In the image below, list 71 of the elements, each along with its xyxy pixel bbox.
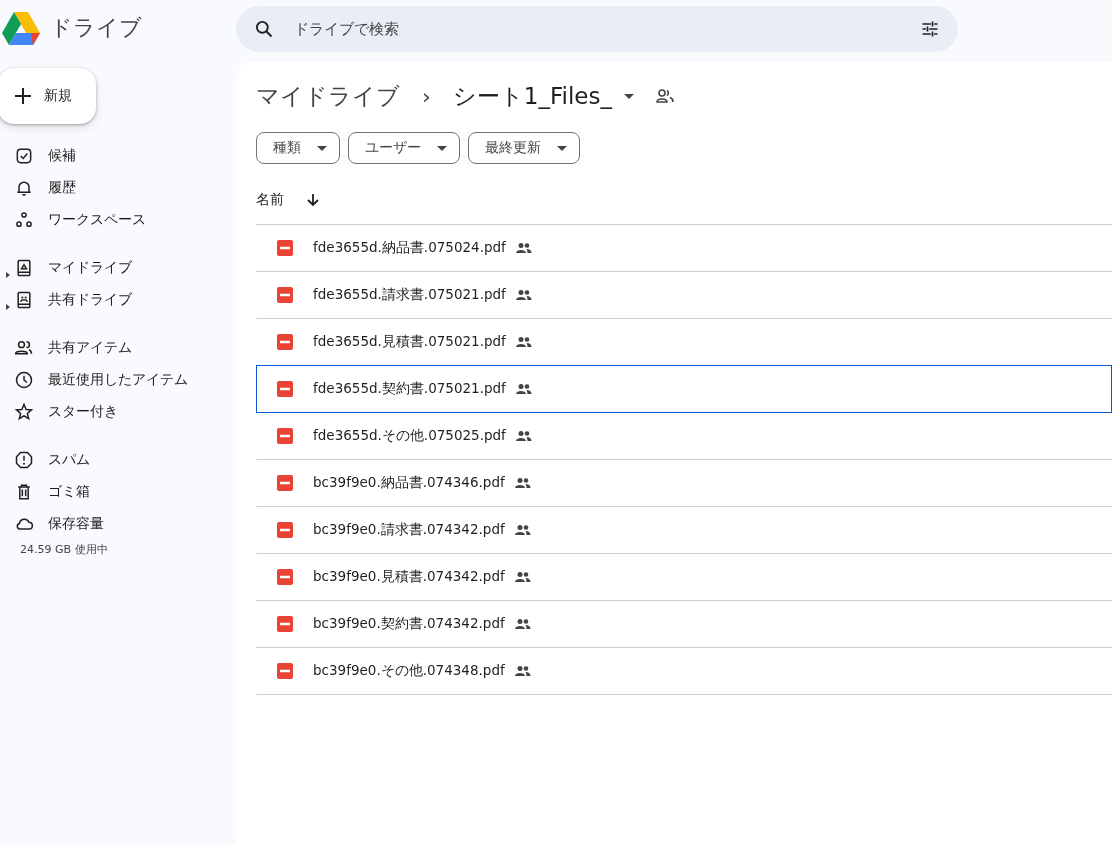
sidebar-item[interactable]: 共有ドライブ xyxy=(2,284,236,316)
file-icon xyxy=(277,475,293,491)
file-name: bc39f9e0.請求書.074342.pdf xyxy=(313,521,505,539)
file-icon xyxy=(277,381,293,397)
file-name: bc39f9e0.契約書.074342.pdf xyxy=(313,615,505,633)
alert-icon xyxy=(14,450,34,470)
sidebar-item[interactable]: 履歴 xyxy=(2,172,236,204)
sidebar-item[interactable]: 最近使用したアイテム xyxy=(2,364,236,396)
file-icon xyxy=(277,616,293,632)
file-icon xyxy=(277,287,293,303)
filter-chip[interactable]: 種類 xyxy=(256,132,340,164)
star-icon xyxy=(14,402,34,422)
app-title: ドライブ xyxy=(50,14,142,42)
caret-icon xyxy=(317,145,327,151)
expand-arrow-icon[interactable] xyxy=(6,304,10,310)
expand-arrow-icon[interactable] xyxy=(6,272,10,278)
file-icon xyxy=(277,663,293,679)
file-row[interactable]: bc39f9e0.その他.074348.pdf xyxy=(256,648,1112,695)
file-name: bc39f9e0.その他.074348.pdf xyxy=(313,662,505,680)
sort-arrow-icon[interactable] xyxy=(306,193,320,207)
file-name: bc39f9e0.納品書.074346.pdf xyxy=(313,474,505,492)
file-row[interactable]: bc39f9e0.請求書.074342.pdf xyxy=(256,507,1112,554)
sidebar-item[interactable]: 共有アイテム xyxy=(2,332,236,364)
search-icon[interactable] xyxy=(254,19,274,39)
column-header[interactable]: 名前 xyxy=(256,191,284,209)
dots-icon xyxy=(14,210,34,230)
file-name: fde3655d.見積書.075021.pdf xyxy=(313,333,506,351)
file-name: fde3655d.納品書.075024.pdf xyxy=(313,239,506,257)
sidebar-item[interactable]: ワークスペース xyxy=(2,204,236,236)
file-name: fde3655d.契約書.075021.pdf xyxy=(313,380,506,398)
sidebar-item[interactable]: 保存容量 xyxy=(2,508,236,540)
people-icon xyxy=(14,338,34,358)
sidebar-item[interactable]: 候補 xyxy=(2,140,236,172)
file-name: fde3655d.その他.075025.pdf xyxy=(313,427,506,445)
file-name: fde3655d.請求書.075021.pdf xyxy=(313,286,506,304)
caret-icon xyxy=(437,145,447,151)
search-field[interactable]: ドライブで検索 xyxy=(236,6,958,52)
file-icon xyxy=(277,569,293,585)
checkbox-icon xyxy=(14,146,34,166)
clock-icon xyxy=(14,370,34,390)
file-icon xyxy=(277,240,293,256)
filter-sliders-icon[interactable] xyxy=(920,19,940,39)
caret-icon xyxy=(557,145,567,151)
sidebar-item[interactable]: スター付き xyxy=(2,396,236,428)
drive-folder-icon xyxy=(14,258,34,278)
sidebar-item[interactable]: ゴミ箱 xyxy=(2,476,236,508)
file-icon xyxy=(277,522,293,538)
file-name: bc39f9e0.見積書.074342.pdf xyxy=(313,568,505,586)
file-icon xyxy=(277,428,293,444)
file-icon xyxy=(277,334,293,350)
breadcrumb-link[interactable]: マイドライブ xyxy=(256,80,400,112)
file-row[interactable]: fde3655d.その他.075025.pdf xyxy=(256,413,1112,460)
filter-chip[interactable]: ユーザー xyxy=(348,132,460,164)
file-row[interactable]: bc39f9e0.納品書.074346.pdf xyxy=(256,460,1112,507)
file-row[interactable]: fde3655d.納品書.075024.pdf xyxy=(256,225,1112,272)
file-row[interactable]: fde3655d.請求書.075021.pdf xyxy=(256,272,1112,319)
file-row[interactable]: bc39f9e0.契約書.074342.pdf xyxy=(256,601,1112,648)
file-row[interactable]: fde3655d.見積書.075021.pdf xyxy=(256,319,1112,366)
drive-logo-icon xyxy=(2,11,40,45)
file-row[interactable]: bc39f9e0.見積書.074342.pdf xyxy=(256,554,1112,601)
storage-usage: 24.59 GB 使用中 xyxy=(19,542,109,557)
breadcrumb-separator: › xyxy=(422,83,431,109)
folder-title-button[interactable]: シート1_Files_ xyxy=(452,80,634,112)
search-input[interactable]: ドライブで検索 xyxy=(292,19,920,39)
sidebar-item[interactable]: スパム xyxy=(2,444,236,476)
sidebar-item[interactable]: マイドライブ xyxy=(2,252,236,284)
filter-chip[interactable]: 最終更新 xyxy=(468,132,580,164)
caret-icon xyxy=(623,93,634,99)
file-row[interactable]: fde3655d.契約書.075021.pdf xyxy=(256,365,1112,413)
plus-icon xyxy=(14,87,32,105)
new-button[interactable]: 新規 xyxy=(0,68,96,124)
